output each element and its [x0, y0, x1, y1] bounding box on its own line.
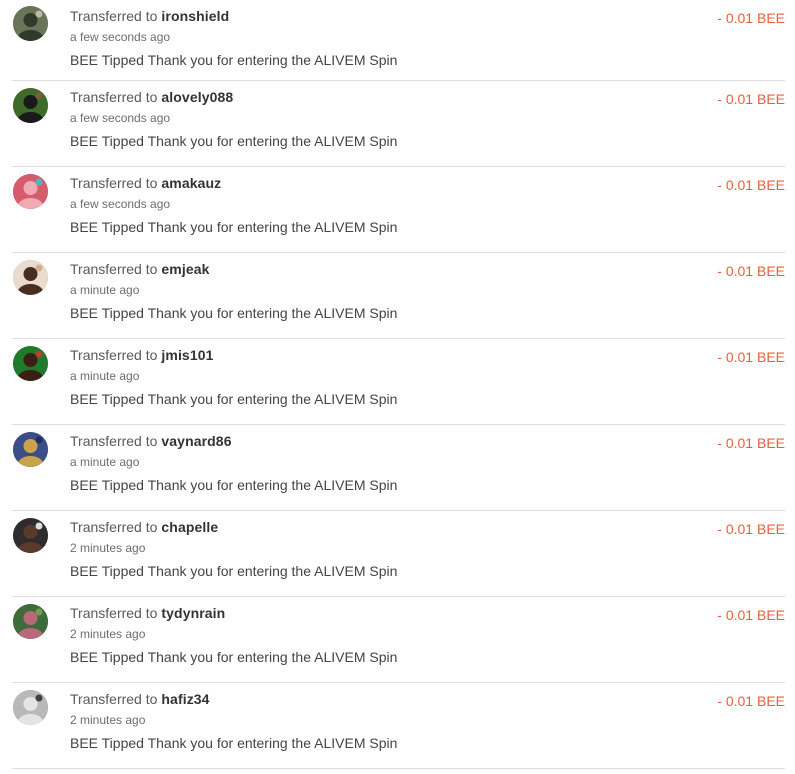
transfer-title: Transferred to chapelle [70, 519, 218, 535]
transaction-row[interactable]: Transferred to hafiz34 2 minutes ago BEE Ti… [12, 683, 785, 769]
transfer-memo: BEE Tipped Thank you for entering the AL… [70, 649, 398, 665]
avatar[interactable] [13, 174, 48, 209]
recipient-username-link[interactable]: chapelle [161, 519, 218, 535]
avatar[interactable] [13, 518, 48, 553]
transfer-label: Transferred to [70, 8, 158, 24]
transaction-row[interactable]: Transferred to jmis101 a minute ago BEE Tip… [12, 339, 785, 425]
transfer-title: Transferred to vaynard86 [70, 433, 232, 449]
transfer-label: Transferred to [70, 691, 158, 707]
transaction-list: Transferred to ironshield a few seconds ag… [0, 0, 795, 769]
recipient-username-link[interactable]: jmis101 [161, 347, 213, 363]
transaction-row[interactable]: Transferred to chapelle 2 minutes ago BEE T… [12, 511, 785, 597]
avatar[interactable] [13, 690, 48, 725]
avatar[interactable] [13, 6, 48, 41]
avatar[interactable] [13, 432, 48, 467]
transfer-memo: BEE Tipped Thank you for entering the AL… [70, 735, 398, 751]
transaction-row[interactable]: Transferred to emjeak a minute ago BEE Tipp… [12, 253, 785, 339]
recipient-username-link[interactable]: vaynard86 [161, 433, 231, 449]
transfer-amount: - 0.01 BEE [717, 693, 785, 709]
transfer-amount: - 0.01 BEE [717, 435, 785, 451]
transfer-label: Transferred to [70, 261, 158, 277]
transfer-amount: - 0.01 BEE [717, 607, 785, 623]
timestamp: a minute ago [70, 455, 140, 469]
transfer-label: Transferred to [70, 605, 158, 621]
transaction-row[interactable]: Transferred to amakauz a few seconds ago BE… [12, 167, 785, 253]
transfer-amount: - 0.01 BEE [717, 349, 785, 365]
recipient-username-link[interactable]: alovely088 [161, 89, 233, 105]
recipient-username-link[interactable]: emjeak [161, 261, 209, 277]
transfer-memo: BEE Tipped Thank you for entering the AL… [70, 391, 398, 407]
timestamp: 2 minutes ago [70, 541, 146, 555]
transfer-title: Transferred to amakauz [70, 175, 221, 191]
recipient-username-link[interactable]: tydynrain [161, 605, 225, 621]
transfer-memo: BEE Tipped Thank you for entering the AL… [70, 477, 398, 493]
transfer-memo: BEE Tipped Thank you for entering the AL… [70, 52, 398, 68]
timestamp: a minute ago [70, 283, 140, 297]
recipient-username-link[interactable]: amakauz [161, 175, 221, 191]
timestamp: 2 minutes ago [70, 627, 146, 641]
transfer-memo: BEE Tipped Thank you for entering the AL… [70, 133, 398, 149]
recipient-username-link[interactable]: ironshield [161, 8, 229, 24]
transfer-amount: - 0.01 BEE [717, 91, 785, 107]
timestamp: a few seconds ago [70, 111, 171, 125]
transfer-label: Transferred to [70, 519, 158, 535]
transfer-memo: BEE Tipped Thank you for entering the AL… [70, 305, 398, 321]
avatar[interactable] [13, 88, 48, 123]
transaction-row[interactable]: Transferred to vaynard86 a minute ago BEE T… [12, 425, 785, 511]
transfer-label: Transferred to [70, 433, 158, 449]
transfer-label: Transferred to [70, 175, 158, 191]
transaction-row[interactable]: Transferred to ironshield a few seconds ag… [12, 0, 785, 81]
transaction-row[interactable]: Transferred to tydynrain 2 minutes ago BEE … [12, 597, 785, 683]
transfer-label: Transferred to [70, 89, 158, 105]
avatar[interactable] [13, 604, 48, 639]
avatar[interactable] [13, 260, 48, 295]
recipient-username-link[interactable]: hafiz34 [161, 691, 209, 707]
transfer-amount: - 0.01 BEE [717, 177, 785, 193]
timestamp: a minute ago [70, 369, 140, 383]
timestamp: a few seconds ago [70, 197, 171, 211]
transfer-title: Transferred to hafiz34 [70, 691, 210, 707]
transfer-title: Transferred to jmis101 [70, 347, 213, 363]
timestamp: a few seconds ago [70, 30, 171, 44]
transfer-title: Transferred to ironshield [70, 8, 229, 24]
transfer-amount: - 0.01 BEE [717, 521, 785, 537]
timestamp: 2 minutes ago [70, 713, 146, 727]
transfer-memo: BEE Tipped Thank you for entering the AL… [70, 563, 398, 579]
transfer-memo: BEE Tipped Thank you for entering the AL… [70, 219, 398, 235]
transfer-amount: - 0.01 BEE [717, 10, 785, 26]
transfer-title: Transferred to alovely088 [70, 89, 233, 105]
transfer-label: Transferred to [70, 347, 158, 363]
avatar[interactable] [13, 346, 48, 381]
transfer-title: Transferred to emjeak [70, 261, 210, 277]
transaction-row[interactable]: Transferred to alovely088 a few seconds ag… [12, 81, 785, 167]
transfer-title: Transferred to tydynrain [70, 605, 225, 621]
transfer-amount: - 0.01 BEE [717, 263, 785, 279]
